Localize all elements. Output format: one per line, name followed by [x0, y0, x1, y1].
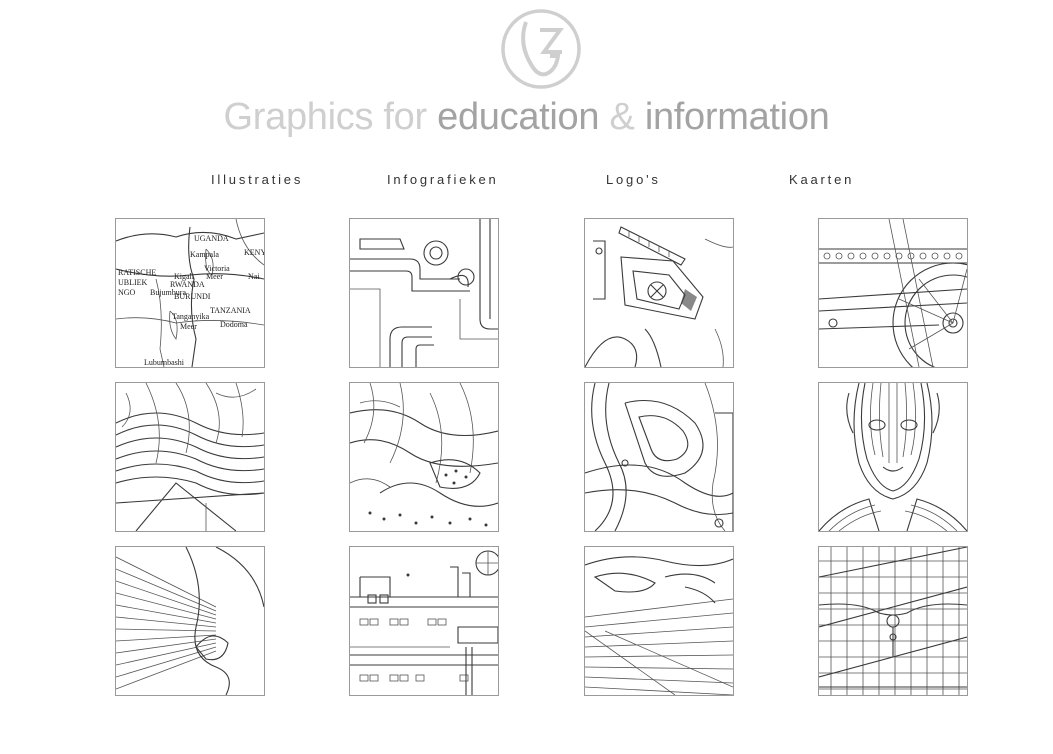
thumbnail-infographic-landscape[interactable]: [349, 382, 499, 532]
map-label: Lubumbashi: [144, 358, 185, 367]
thumbnail-map-east-africa[interactable]: UGANDA KENY RATISCHE UBLIEK NGO RWANDA B…: [115, 218, 265, 368]
map-label: UBLIEK: [118, 278, 148, 287]
logo-device-image: [585, 226, 733, 367]
map-label: Dodoma: [220, 320, 248, 329]
nav-link-logos[interactable]: Logo's: [606, 172, 661, 187]
thumbnail-illustration-rays[interactable]: [115, 546, 265, 696]
logo-icon[interactable]: [500, 8, 582, 90]
infographic-pipes-image: [350, 219, 498, 367]
logo-contours-image: [585, 383, 733, 531]
thumbnail-map-anatomy[interactable]: [818, 382, 968, 532]
map-anatomy-image: [819, 383, 967, 531]
thumbnail-logo-lines[interactable]: [584, 546, 734, 696]
map-east-africa-image: UGANDA KENY RATISCHE UBLIEK NGO RWANDA B…: [116, 219, 264, 367]
nav-link-kaarten[interactable]: Kaarten: [789, 172, 854, 187]
thumbnail-illustration-terrain[interactable]: [115, 382, 265, 532]
map-grid-image: [819, 547, 967, 695]
thumbnail-logo-contours[interactable]: [584, 382, 734, 532]
tagline-part: Graphics for: [223, 96, 428, 138]
thumbnail-infographic-pipes[interactable]: [349, 218, 499, 368]
tagline-part: &: [609, 96, 635, 138]
thumbnail-map-bicycle[interactable]: [818, 218, 968, 368]
thumbnail-logo-device[interactable]: [584, 218, 734, 368]
tagline-part: information: [644, 96, 830, 138]
map-label: Meer: [206, 272, 223, 281]
map-label: NGO: [118, 288, 136, 297]
map-label: Tanganyika: [172, 312, 210, 321]
nav-link-illustraties[interactable]: Illustraties: [211, 172, 303, 187]
logo-lines-image: [585, 556, 733, 695]
tagline-part: education: [437, 96, 600, 138]
map-label: Bujumbura: [150, 288, 186, 297]
thumbnail-map-grid[interactable]: [818, 546, 968, 696]
infographic-landscape-image: [350, 383, 498, 527]
map-bicycle-image: [819, 219, 967, 367]
infographic-ship-image: [350, 550, 498, 695]
illustration-terrain-image: [116, 383, 264, 531]
thumbnail-infographic-ship[interactable]: [349, 546, 499, 696]
site-tagline: Graphics for education & information: [0, 96, 1053, 139]
map-label: Meer: [180, 322, 197, 331]
map-label: Nai: [248, 272, 260, 281]
map-label: RATISCHE: [118, 268, 156, 277]
illustration-rays-image: [116, 547, 264, 695]
map-label: Kigali: [174, 272, 195, 281]
map-label: Kampala: [190, 250, 219, 259]
map-label: UGANDA: [194, 234, 229, 243]
map-label: TANZANIA: [210, 306, 251, 315]
map-label: KENY: [244, 248, 264, 257]
nav-link-infografieken[interactable]: Infografieken: [387, 172, 499, 187]
